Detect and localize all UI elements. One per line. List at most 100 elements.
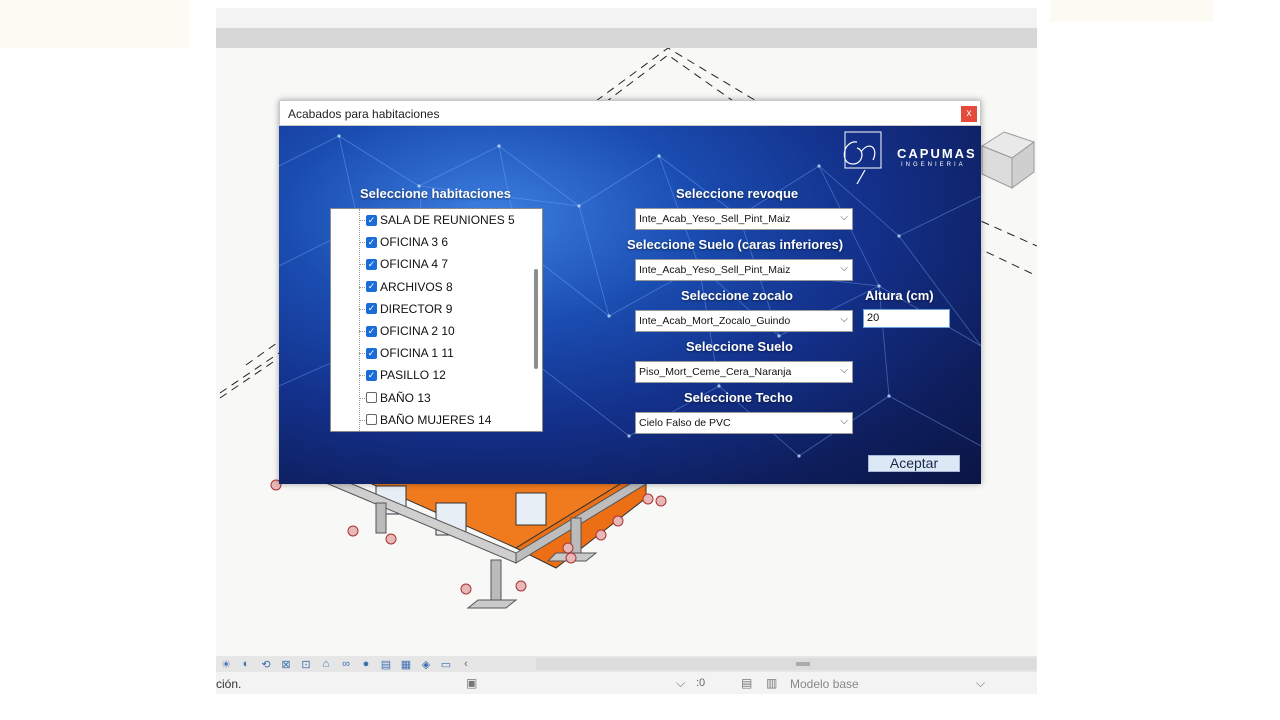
room-label: BAÑO MUJERES 14: [380, 412, 492, 427]
grid-icon[interactable]: ▦: [396, 656, 416, 672]
crop-off-icon[interactable]: ⊠: [276, 656, 296, 672]
table-icon[interactable]: ▤: [741, 676, 752, 690]
tree-tick: [359, 331, 365, 332]
zocalo-value: Inte_Acab_Mort_Zocalo_Guindo: [639, 315, 791, 327]
room-checkbox[interactable]: [366, 392, 377, 404]
selection-count: :0: [696, 677, 706, 689]
logo-text: CAPUMAS: [897, 146, 977, 161]
room-checkbox[interactable]: ✓: [366, 347, 377, 359]
model-dropdown-icon[interactable]: ⌵: [976, 676, 985, 691]
revit-header-strip: [216, 8, 1037, 28]
room-item[interactable]: ✓ SALA DE REUNIONES 5: [366, 211, 515, 229]
room-checkbox[interactable]: [366, 414, 377, 426]
room-label: OFICINA 3 6: [380, 235, 449, 250]
chevron-down-icon: ⌵: [840, 212, 848, 223]
shadow-icon[interactable]: ◐: [236, 656, 256, 672]
room-label: BAÑO 13: [380, 390, 431, 405]
room-item[interactable]: BAÑO MUJERES 14: [366, 411, 491, 429]
chevron-down-icon: ⌵: [840, 263, 848, 274]
techo-value: Cielo Falso de PVC: [639, 417, 731, 429]
rooms-label: Seleccione habitaciones: [360, 186, 512, 201]
tree-tick: [359, 308, 365, 310]
room-checkbox[interactable]: ✓: [366, 325, 377, 337]
zocalo-select[interactable]: Inte_Acab_Mort_Zocalo_Guindo ⌵: [635, 310, 853, 332]
chevron-down-icon: ⌵: [840, 314, 848, 325]
room-label: DIRECTOR 9: [380, 301, 453, 316]
status-text: ción.: [216, 677, 242, 691]
room-item[interactable]: ✓ PASILLO 12: [366, 366, 446, 384]
tree-tick: [359, 397, 365, 399]
room-label: OFICINA 1 11: [380, 346, 454, 361]
finishes-dialog: Acabados para habitaciones x CAPUMAS ING…: [279, 100, 981, 484]
altura-input[interactable]: 20: [863, 309, 950, 328]
room-item[interactable]: ✓ ARCHIVOS 8: [366, 278, 453, 296]
revoque-value: Inte_Acab_Yeso_Sell_Pint_Maiz: [639, 213, 791, 225]
room-item[interactable]: BAÑO 13: [366, 389, 431, 407]
worksets-icon[interactable]: ▣: [466, 676, 477, 690]
dialog-body: CAPUMAS INGENIERIA Seleccione habitacion…: [279, 126, 981, 484]
chevron-down-icon: ⌵: [840, 365, 848, 376]
chevron-down-icon: ⌵: [840, 416, 848, 427]
dialog-title: Acabados para habitaciones: [288, 107, 440, 121]
room-label: SALA DE REUNIONES 5: [380, 213, 515, 227]
room-label: OFICINA 2 10: [380, 324, 455, 338]
suelo-inf-select[interactable]: Inte_Acab_Yeso_Sell_Pint_Maiz ⌵: [635, 259, 853, 281]
bulb-icon[interactable]: ●: [356, 656, 376, 672]
techo-label: Seleccione Techo: [684, 390, 793, 405]
analysis-icon[interactable]: ▭: [436, 656, 456, 672]
revoque-select[interactable]: Inte_Acab_Yeso_Sell_Pint_Maiz ⌵: [635, 208, 853, 230]
model-icon[interactable]: ▥: [766, 676, 777, 690]
tree-tick: [359, 220, 365, 221]
background-strip-right: [1050, 0, 1213, 22]
glasses-icon[interactable]: ∞: [336, 656, 356, 672]
room-checkbox[interactable]: ✓: [366, 214, 377, 226]
room-checkbox[interactable]: ✓: [366, 258, 377, 270]
suelo-inf-label: Seleccione Suelo (caras inferiores): [627, 237, 844, 252]
room-checkbox[interactable]: ✓: [366, 281, 377, 293]
chevron-left-icon[interactable]: ‹: [456, 656, 476, 672]
view-control-bar: ☀ ◐ ⟲ ⊠ ⊡ ⌂ ∞ ● ▤ ▦ ◈ ▭ ‹: [216, 656, 1037, 672]
room-item[interactable]: ✓ OFICINA 3 6: [366, 233, 448, 251]
techo-select[interactable]: Cielo Falso de PVC ⌵: [635, 412, 853, 434]
background-strip-left: [0, 0, 190, 48]
room-checkbox[interactable]: ✓: [366, 303, 377, 315]
room-checkbox[interactable]: ✓: [366, 236, 377, 248]
room-checkbox[interactable]: ✓: [366, 369, 377, 381]
view-cube[interactable]: [980, 128, 1037, 198]
suelo-label: Seleccione Suelo: [686, 339, 793, 354]
capumas-logo: CAPUMAS INGENIERIA: [835, 130, 975, 186]
sun-icon[interactable]: ☀: [216, 656, 236, 672]
render-icon[interactable]: ⟲: [256, 656, 276, 672]
cube-icon[interactable]: ◈: [416, 656, 436, 672]
dialog-titlebar[interactable]: Acabados para habitaciones x: [279, 100, 981, 126]
room-item[interactable]: ✓ OFICINA 4 7: [366, 255, 448, 273]
home-icon[interactable]: ⌂: [316, 656, 336, 672]
hide-icon[interactable]: ▤: [376, 656, 396, 672]
rooms-list[interactable]: ✓ SALA DE REUNIONES 5 ✓ OFICINA 3 6 ✓ OFICINA…: [330, 208, 543, 432]
room-item[interactable]: ✓ OFICINA 1 11: [366, 344, 454, 362]
room-label: OFICINA 4 7: [380, 257, 449, 272]
list-scrollbar[interactable]: [534, 269, 538, 369]
room-item[interactable]: ✓ OFICINA 2 10: [366, 322, 455, 340]
logo-subtext: INGENIERIA: [901, 162, 966, 168]
tree-tick: [359, 286, 365, 288]
tree-tick: [359, 264, 365, 266]
scrollbar-grip[interactable]: [796, 662, 810, 666]
tree-tick: [359, 353, 365, 355]
room-label: ARCHIVOS 8: [380, 279, 453, 294]
model-label: Modelo base: [790, 677, 859, 691]
suelo-select[interactable]: Piso_Mort_Ceme_Cera_Naranja ⌵: [635, 361, 853, 383]
crop-icon[interactable]: ⊡: [296, 656, 316, 672]
tree-tick: [359, 375, 365, 377]
altura-label: Altura (cm): [865, 288, 934, 303]
suelo-inf-value: Inte_Acab_Yeso_Sell_Pint_Maiz: [639, 264, 791, 276]
logo-mark-icon: [843, 131, 882, 185]
selection-icon[interactable]: ⌵: [676, 676, 685, 691]
horizontal-scrollbar[interactable]: [536, 658, 1036, 670]
room-item[interactable]: ✓ DIRECTOR 9: [366, 300, 452, 318]
revit-toolbar-strip: [216, 28, 1037, 48]
close-button[interactable]: x: [961, 106, 977, 122]
room-label: PASILLO 12: [380, 368, 446, 383]
accept-button[interactable]: Aceptar: [868, 455, 960, 472]
status-bar: ción. ▣ ⌵ :0 ▤ ▥ Modelo base ⌵: [216, 672, 1037, 694]
